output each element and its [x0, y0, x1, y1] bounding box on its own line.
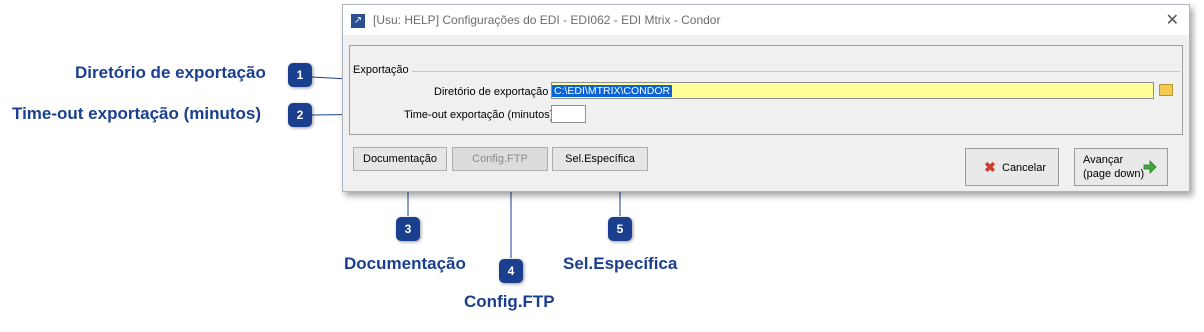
close-icon[interactable]: ✕ [1166, 10, 1179, 30]
arrow-up-right-icon: ↗ [351, 14, 365, 28]
callout-badge-5: 5 [608, 217, 632, 241]
callout-badge-3: 3 [396, 217, 420, 241]
sel-especifica-button[interactable]: Sel.Específica [552, 147, 648, 171]
callout-label-4: Config.FTP [464, 292, 555, 311]
arrow-right-icon [1143, 160, 1157, 174]
group-legend: Exportação [353, 64, 412, 76]
avancar-button[interactable]: Avançar (page down) [1074, 148, 1168, 186]
cancelar-label: Cancelar [1002, 162, 1047, 174]
callout-label-5: Sel.Específica [563, 254, 678, 273]
callout-label-3: Documentação [344, 254, 466, 273]
callout-badge-2: 2 [288, 103, 312, 127]
window-title: [Usu: HELP] Configurações do EDI - EDI06… [373, 13, 721, 27]
documentacao-button[interactable]: Documentação [353, 147, 447, 171]
avancar-sublabel: (page down) [1083, 168, 1145, 180]
timeout-label: Time-out exportação (minutos) [404, 109, 554, 121]
export-panel: Exportação Diretório de exportação C:\ED… [349, 45, 1183, 135]
edi-config-dialog: ↗ [Usu: HELP] Configurações do EDI - EDI… [342, 4, 1190, 192]
callout-badge-4: 4 [499, 259, 523, 283]
cancelar-button[interactable]: ✖ Cancelar [965, 148, 1059, 186]
callout-badge-1: 1 [288, 63, 312, 87]
callout-label-1: Diretório de exportação [75, 63, 266, 82]
avancar-label: Avançar [1083, 154, 1124, 166]
group-divider [352, 71, 1180, 72]
timeout-input[interactable] [551, 105, 586, 123]
export-dir-input[interactable]: C:\EDI\MTRIX\CONDOR [551, 82, 1154, 99]
config-ftp-button[interactable]: Config.FTP [452, 147, 548, 171]
export-dir-value: C:\EDI\MTRIX\CONDOR [552, 85, 673, 97]
title-bar: ↗ [Usu: HELP] Configurações do EDI - EDI… [343, 5, 1189, 35]
dir-label: Diretório de exportação [434, 86, 549, 98]
folder-icon[interactable] [1159, 84, 1173, 96]
cancel-x-icon: ✖ [984, 159, 996, 175]
callout-label-2: Time-out exportação (minutos) [12, 104, 262, 123]
